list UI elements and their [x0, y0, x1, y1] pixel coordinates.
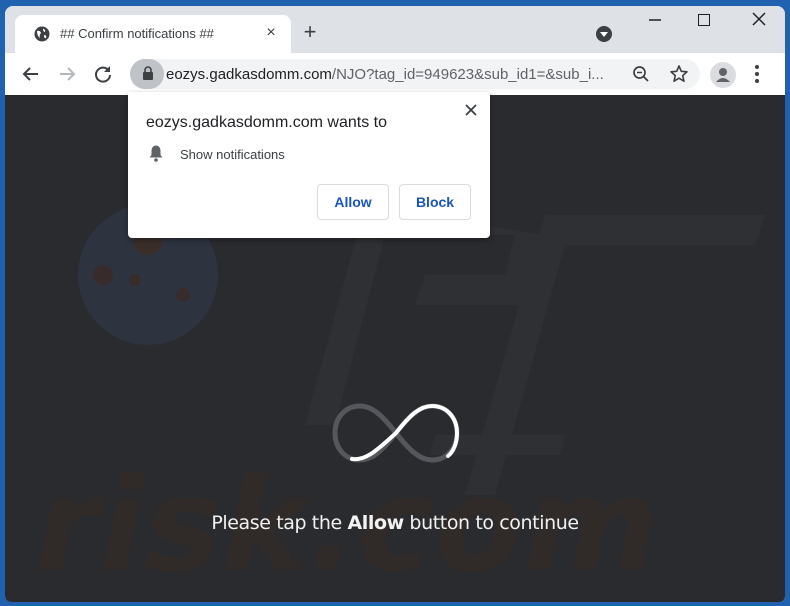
- address-bar[interactable]: eozys.gadkasdomm.com/NJO?tag_id=949623&s…: [130, 59, 700, 89]
- minimize-icon[interactable]: [647, 12, 663, 28]
- prompt-title: eozys.gadkasdomm.com wants to: [146, 114, 387, 131]
- url-path: /NJO?tag_id=949623&sub_id1=&sub_i...: [331, 66, 604, 83]
- tab-search-icon[interactable]: [596, 26, 612, 42]
- message-text: Please tap the: [211, 512, 348, 534]
- block-button[interactable]: Block: [399, 184, 471, 220]
- message-emphasis: Allow: [347, 512, 404, 534]
- permission-label: Show notifications: [180, 147, 285, 162]
- reload-icon[interactable]: [91, 62, 115, 86]
- tab-strip: ## Confirm notifications ## × +: [5, 6, 785, 53]
- tab-close-icon[interactable]: ×: [262, 24, 280, 42]
- back-arrow-icon[interactable]: [19, 62, 43, 86]
- maximize-icon[interactable]: [698, 14, 710, 26]
- browser-window: ## Confirm notifications ## × + eozys.ga…: [5, 6, 785, 602]
- loading-infinity-icon: [332, 403, 460, 463]
- prompt-close-icon[interactable]: [463, 102, 479, 118]
- zoom-out-icon[interactable]: [632, 65, 650, 83]
- profile-icon: [716, 68, 730, 82]
- bell-icon: [149, 145, 163, 162]
- message-text-end: button to continue: [403, 512, 579, 534]
- kebab-menu-icon[interactable]: [753, 64, 761, 84]
- url-text[interactable]: eozys.gadkasdomm.com/NJO?tag_id=949623&s…: [166, 66, 604, 83]
- instruction-message: Please tap the Allow button to continue: [5, 512, 785, 534]
- toolbar: eozys.gadkasdomm.com/NJO?tag_id=949623&s…: [5, 53, 785, 95]
- window-close-icon[interactable]: [750, 10, 768, 28]
- star-icon[interactable]: [669, 64, 689, 84]
- forward-arrow-icon[interactable]: [55, 62, 79, 86]
- lock-icon: [143, 66, 153, 80]
- new-tab-button[interactable]: +: [300, 21, 320, 43]
- tab-title: ## Confirm notifications ##: [60, 26, 214, 41]
- allow-button[interactable]: Allow: [317, 184, 389, 220]
- notification-permission-prompt: eozys.gadkasdomm.com wants to Show notif…: [128, 92, 490, 238]
- site-info-button[interactable]: [130, 59, 164, 89]
- url-host: eozys.gadkasdomm.com: [166, 66, 332, 83]
- globe-icon: [34, 26, 50, 42]
- profile-avatar[interactable]: [710, 62, 736, 88]
- tab-active[interactable]: ## Confirm notifications ## ×: [15, 15, 291, 53]
